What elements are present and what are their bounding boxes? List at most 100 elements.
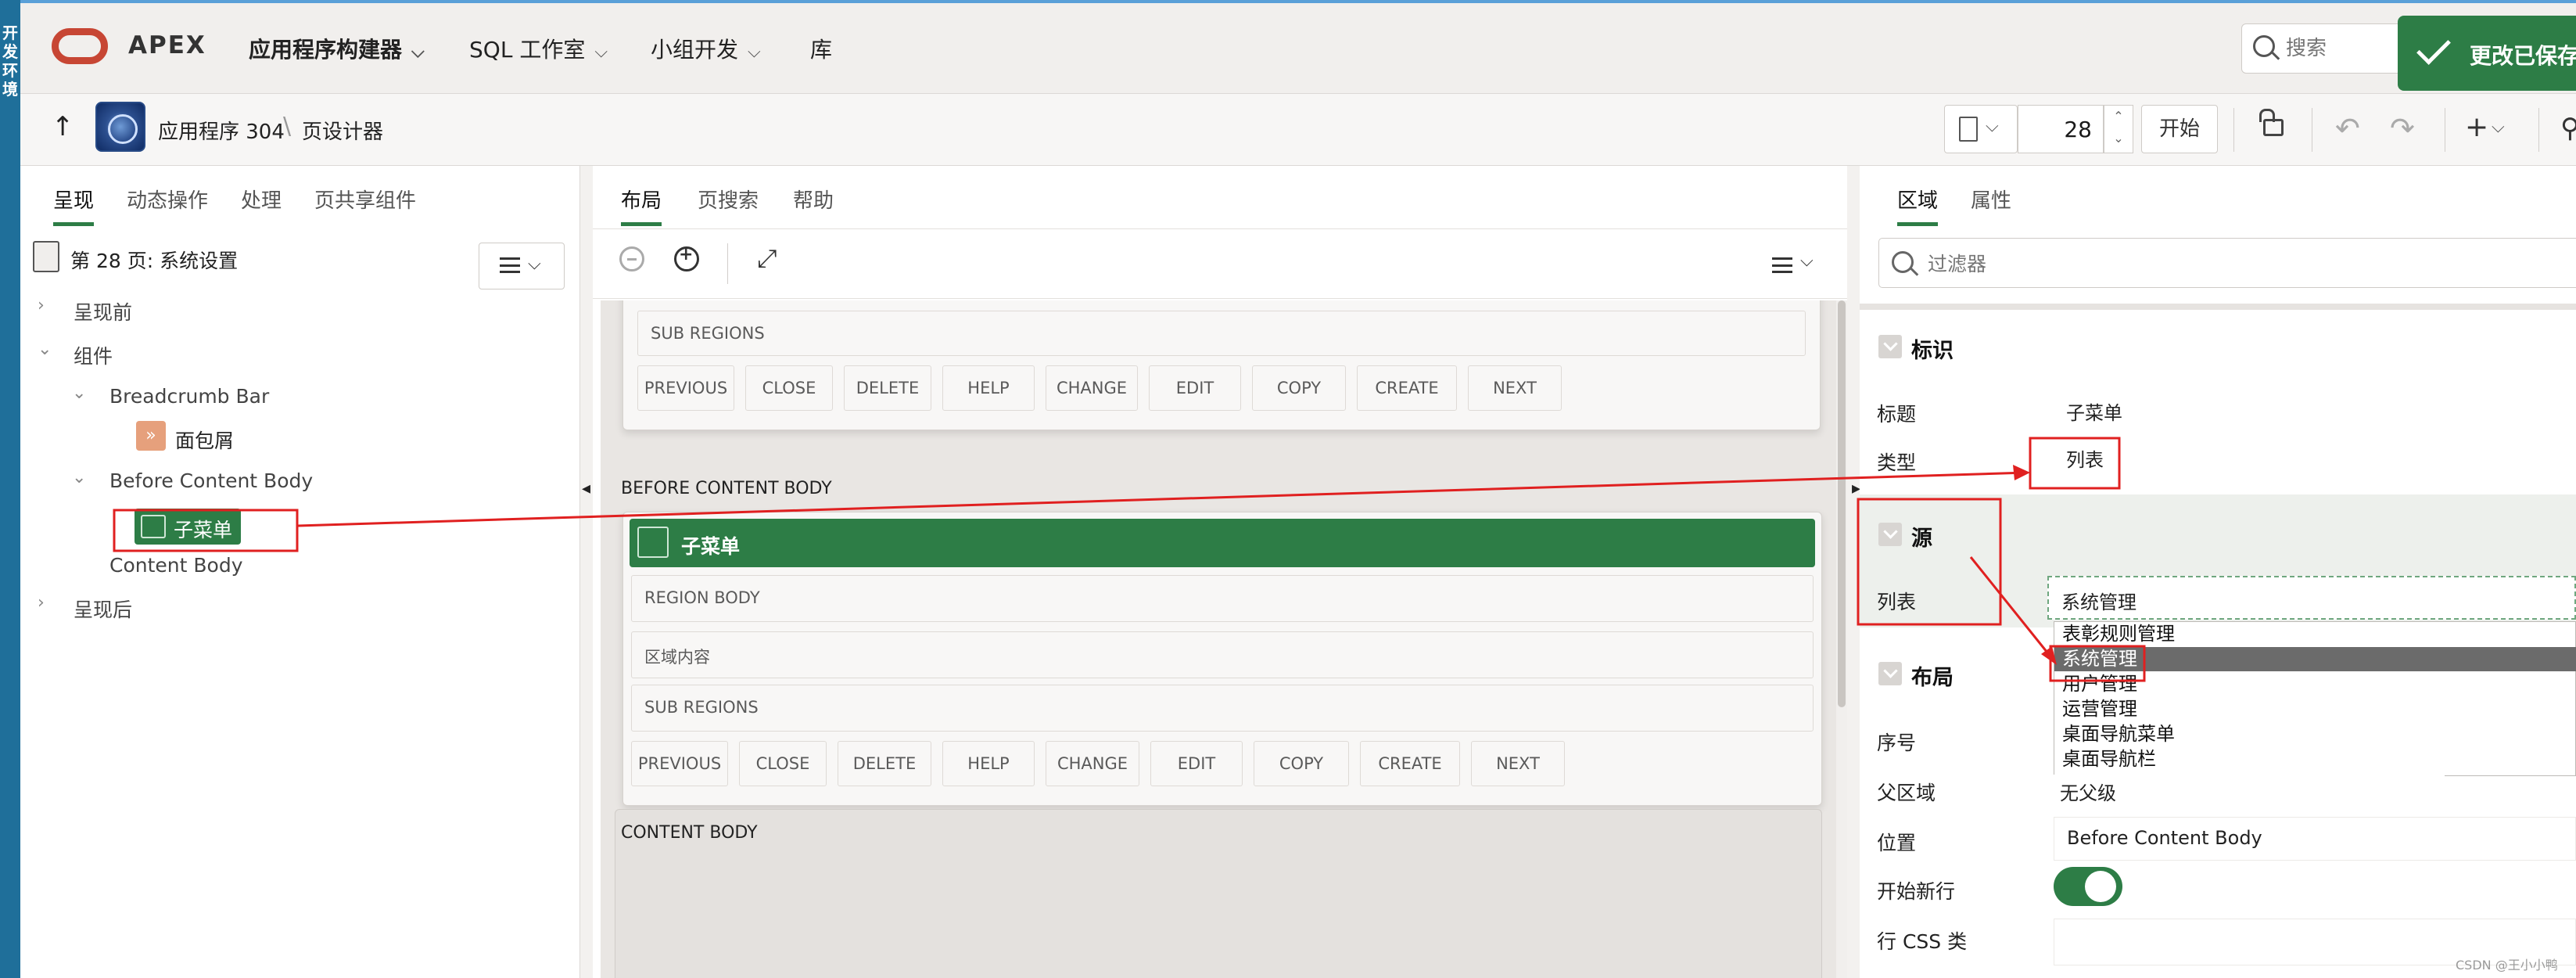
button-position-close[interactable]: CLOSE — [745, 365, 833, 411]
chevron-up-icon[interactable]: ⌃ — [2113, 109, 2123, 124]
tab-layout[interactable]: 布局 — [621, 185, 662, 226]
button-position-delete[interactable]: DELETE — [844, 365, 931, 411]
button-position-edit[interactable]: EDIT — [1149, 365, 1241, 411]
tab-attributes[interactable]: 属性 — [1971, 185, 2011, 214]
button-position-edit[interactable]: EDIT — [1150, 741, 1243, 786]
filter-input[interactable] — [1926, 250, 2474, 278]
button-position-copy[interactable]: COPY — [1252, 365, 1346, 411]
chevron-down-icon[interactable]: ⌄ — [2113, 131, 2123, 146]
tab-region[interactable]: 区域 — [1897, 185, 1939, 226]
chevron-down-icon[interactable]: ⌄ — [72, 383, 86, 403]
lock-icon[interactable] — [2259, 109, 2284, 136]
tree-node-components[interactable]: 组件 — [74, 341, 113, 369]
chevron-down-icon[interactable]: ⌵ — [2492, 117, 2505, 137]
button-position-change[interactable]: CHANGE — [1046, 741, 1139, 786]
add-icon[interactable]: + — [2465, 111, 2488, 143]
zoom-in-icon[interactable] — [674, 245, 699, 271]
sub-regions-slot[interactable]: SUB REGIONS — [637, 311, 1806, 356]
nav-team-dev[interactable]: 小组开发 ⌵ — [651, 33, 761, 64]
go-button[interactable]: 开始 — [2141, 105, 2218, 153]
layout-scrollbar[interactable] — [1836, 300, 1847, 978]
dropdown-option-selected[interactable]: 系统管理 — [2054, 647, 2576, 671]
page-type-button[interactable]: ⌵ — [1944, 105, 2018, 153]
nav-sql-workshop[interactable]: SQL 工作室 ⌵ — [469, 33, 608, 64]
dropdown-option[interactable]: 表彰规则管理 — [2054, 622, 2576, 646]
section-layout[interactable]: 布局 — [1911, 660, 1954, 691]
expand-icon[interactable]: ⤢ — [757, 243, 777, 274]
tree-node-breadcrumb[interactable]: 面包屑 — [175, 426, 234, 454]
button-position-create[interactable]: CREATE — [1360, 741, 1460, 786]
type-field[interactable]: 列表 — [2054, 435, 2576, 479]
region-header[interactable]: 子菜单 — [630, 519, 1815, 567]
page-number-input[interactable]: 28 — [2018, 105, 2104, 153]
tab-rendering[interactable]: 呈现 — [53, 185, 95, 226]
tab-dynamic-actions[interactable]: 动态操作 — [127, 185, 208, 214]
section-identification[interactable]: 标识 — [1911, 333, 1954, 364]
section-source[interactable]: 源 — [1911, 521, 1932, 552]
tab-help[interactable]: 帮助 — [793, 185, 834, 214]
tree-node-before-content-body[interactable]: Before Content Body — [109, 469, 313, 492]
property-filter[interactable] — [1878, 238, 2576, 288]
scrollbar-thumb[interactable] — [1838, 300, 1846, 707]
layout-canvas[interactable]: SUB REGIONS PREVIOUS CLOSE DELETE HELP C… — [601, 300, 1836, 978]
start-new-row-toggle[interactable] — [2054, 867, 2122, 906]
dropdown-option[interactable]: 桌面导航菜单 — [2054, 722, 2576, 746]
breadcrumb-app[interactable]: 应用程序 304 — [158, 116, 285, 145]
tab-processing[interactable]: 处理 — [241, 185, 282, 214]
submenu-region-card[interactable]: 子菜单 REGION BODY 区域内容 SUB REGIONS PREVIOU… — [622, 512, 1822, 806]
brand-label[interactable]: APEX — [128, 31, 206, 59]
list-select[interactable]: 系统管理 — [2047, 576, 2576, 620]
sub-regions-slot[interactable]: SUB REGIONS — [631, 685, 1814, 732]
chevron-down-icon[interactable]: ⌄ — [38, 340, 52, 359]
tab-shared-components[interactable]: 页共享组件 — [314, 185, 416, 214]
tree-page-title[interactable]: 第 28 页: 系统设置 — [70, 246, 238, 274]
title-field[interactable]: 子菜单 — [2054, 388, 2576, 432]
dropdown-option[interactable]: 桌面导航栏 — [2054, 747, 2576, 771]
content-body-area[interactable] — [615, 809, 1822, 978]
tree-node-submenu[interactable]: 子菜单 — [135, 509, 241, 545]
tree-node-content-body[interactable]: Content Body — [109, 554, 242, 577]
dropdown-option[interactable]: 运营管理 — [2054, 697, 2576, 721]
chevron-right-icon[interactable]: › — [38, 296, 45, 315]
section-collapse-icon[interactable] — [1878, 662, 1902, 685]
tree-node-post-rendering[interactable]: 呈现后 — [74, 595, 132, 623]
oracle-logo-icon[interactable] — [52, 28, 108, 64]
position-field[interactable]: Before Content Body — [2054, 817, 2576, 861]
button-position-previous[interactable]: PREVIOUS — [637, 365, 734, 411]
up-arrow-icon[interactable]: ↑ — [52, 111, 74, 142]
button-position-change[interactable]: CHANGE — [1046, 365, 1138, 411]
button-position-next[interactable]: NEXT — [1471, 741, 1565, 786]
region-body-slot[interactable]: REGION BODY — [631, 575, 1814, 622]
wrench-icon[interactable]: ⚲ — [2560, 113, 2576, 144]
chevron-down-icon[interactable]: ⌄ — [72, 468, 86, 487]
button-position-delete[interactable]: DELETE — [838, 741, 931, 786]
list-dropdown[interactable]: 表彰规则管理 系统管理 用户管理 运营管理 桌面导航菜单 桌面导航栏 — [2054, 621, 2576, 776]
tree-menu-button[interactable]: ⌵ — [479, 243, 565, 289]
nav-gallery[interactable]: 库 — [810, 33, 832, 64]
redo-icon[interactable]: ↷ — [2390, 111, 2415, 146]
parent-region-field[interactable]: 无父级 — [2054, 775, 2445, 806]
nav-app-builder[interactable]: 应用程序构建器 ⌵ — [249, 33, 425, 64]
global-search[interactable] — [2241, 23, 2421, 74]
region-content-slot[interactable]: 区域内容 — [631, 631, 1814, 678]
dropdown-option[interactable]: 用户管理 — [2054, 672, 2576, 696]
menu-icon[interactable] — [1772, 257, 1792, 273]
page-number-stepper[interactable]: ⌃ ⌄ — [2104, 105, 2133, 153]
breadcrumb-region-card[interactable]: SUB REGIONS PREVIOUS CLOSE DELETE HELP C… — [622, 300, 1821, 430]
tab-page-search[interactable]: 页搜索 — [698, 185, 759, 214]
chevron-down-icon[interactable]: ⌵ — [1800, 251, 1814, 271]
app-icon[interactable] — [95, 102, 145, 152]
collapse-left-icon[interactable]: ◂ — [582, 479, 590, 498]
button-position-create[interactable]: CREATE — [1357, 365, 1457, 411]
button-position-copy[interactable]: COPY — [1254, 741, 1349, 786]
button-position-help[interactable]: HELP — [942, 741, 1035, 786]
tree-node-breadcrumb-bar[interactable]: Breadcrumb Bar — [109, 385, 269, 408]
zoom-out-icon[interactable] — [619, 246, 644, 271]
button-position-close[interactable]: CLOSE — [739, 741, 827, 786]
section-collapse-icon[interactable] — [1878, 523, 1902, 546]
tree-node-pre-rendering[interactable]: 呈现前 — [74, 297, 132, 325]
button-position-next[interactable]: NEXT — [1468, 365, 1562, 411]
button-position-previous[interactable]: PREVIOUS — [631, 741, 728, 786]
section-collapse-icon[interactable] — [1878, 335, 1902, 358]
button-position-help[interactable]: HELP — [942, 365, 1035, 411]
